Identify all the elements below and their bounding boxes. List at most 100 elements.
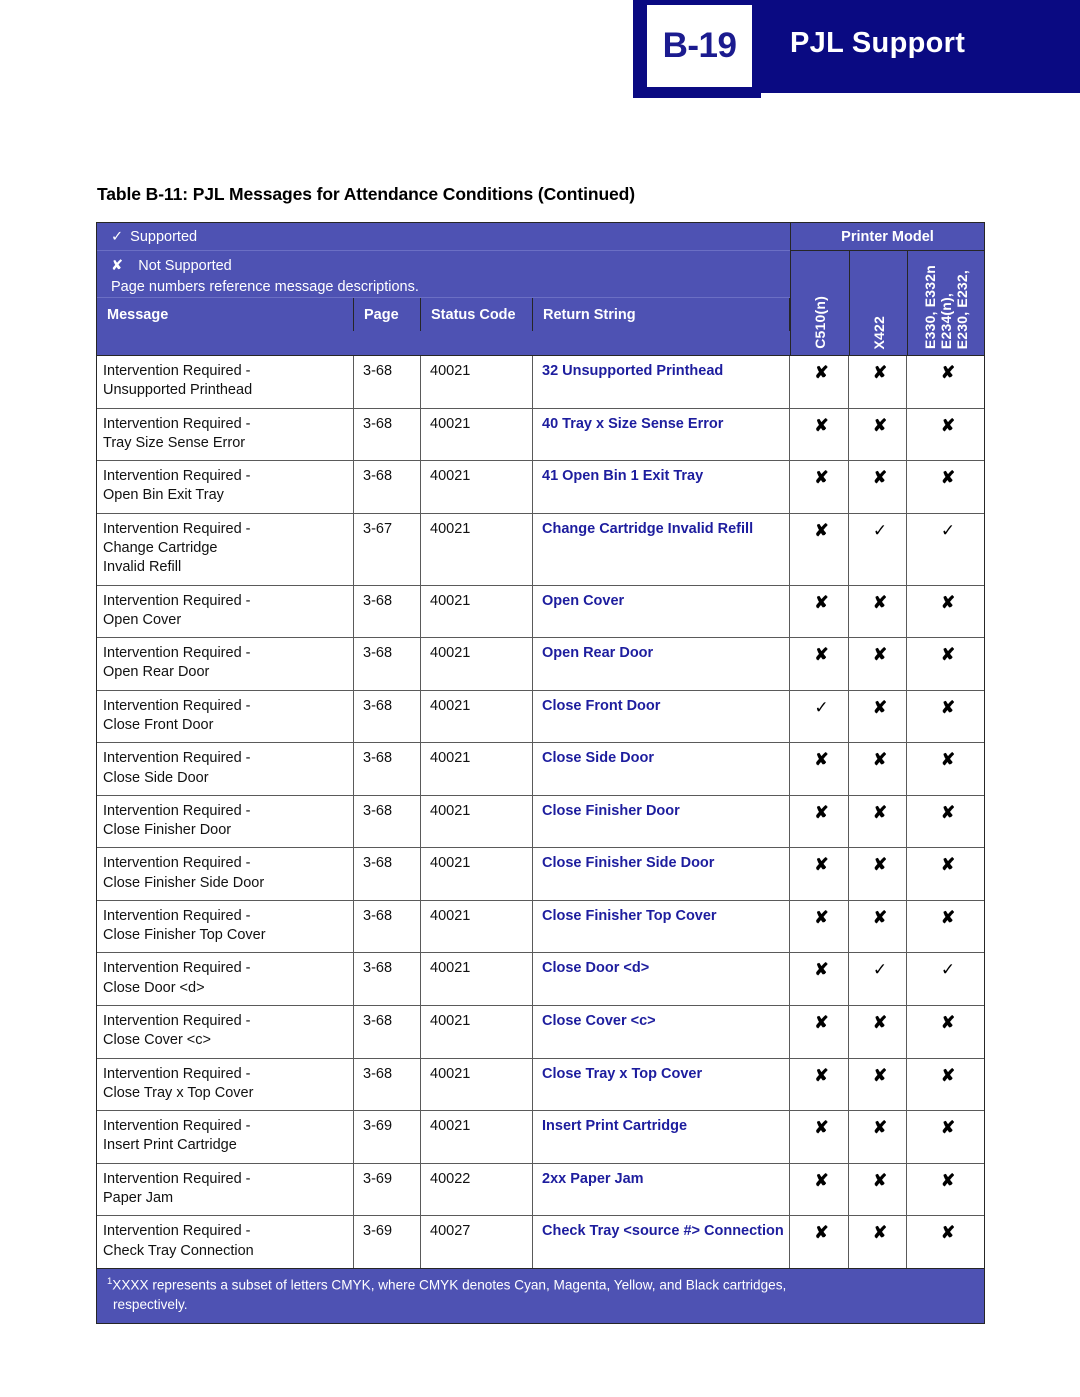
- cell-support-e-series: ✘: [907, 356, 984, 408]
- model-label-e-series-line1: E230, E232,: [954, 269, 970, 349]
- cross-icon: ✘: [940, 468, 956, 488]
- cell-message-line: Close Side Door: [103, 769, 209, 786]
- cross-icon: ✘: [940, 697, 956, 717]
- cell-message: Intervention Required - Close Finisher Si…: [97, 848, 354, 900]
- cross-icon: ✘: [814, 1118, 829, 1138]
- cell-return-string: Close Cover <c>: [533, 1006, 790, 1058]
- cell-support-e-series: ✘: [907, 461, 984, 513]
- cell-return-string: Close Front Door: [533, 690, 790, 743]
- cross-icon: ✘: [814, 907, 829, 927]
- cell-message-line: Tray Size Sense Error: [103, 434, 246, 451]
- cell-support-c510n: ✘: [790, 408, 849, 461]
- cell-message: Intervention Required - Tray Size Sense E…: [97, 408, 354, 461]
- cell-message-line: Open Rear Door: [103, 664, 210, 681]
- cell-support-c510n: ✘: [790, 1058, 849, 1111]
- cell-status-code: 40021: [421, 408, 533, 461]
- cell-support-c510n: ✘: [790, 638, 849, 690]
- cell-status-code: 40021: [421, 638, 533, 690]
- cross-icon: ✘: [814, 363, 829, 382]
- cell-message-line: Intervention Required -: [103, 592, 251, 609]
- cell-status-code: 40021: [421, 953, 533, 1006]
- cross-icon: ✘: [872, 1118, 888, 1138]
- cell-support-x422: ✘: [849, 356, 907, 408]
- cell-message-line: Intervention Required -: [103, 960, 251, 977]
- cell-page: 3-68: [354, 848, 421, 900]
- cell-message-line: Open Bin Exit Tray: [103, 487, 224, 504]
- cell-message: Intervention Required - Open Rear Door: [97, 638, 354, 690]
- cell-message-line: Close Cover <c>: [103, 1032, 211, 1049]
- cross-icon: ✘: [940, 1065, 956, 1085]
- cell-support-c510n: ✓: [790, 690, 849, 743]
- cell-support-e-series: ✘: [907, 796, 984, 848]
- cell-return-string: 41 Open Bin 1 Exit Tray: [533, 461, 790, 513]
- table-footnote: 1XXXX represents a subset of letters CMY…: [97, 1267, 984, 1323]
- model-column-header-c510n: C510(n): [791, 251, 850, 355]
- cell-support-e-series: ✘: [907, 586, 984, 638]
- cell-message-line: Insert Print Cartridge: [103, 1137, 237, 1154]
- cross-icon: ✘: [111, 258, 124, 274]
- cell-support-x422: ✘: [849, 795, 907, 848]
- cell-status-code: 40021: [421, 795, 533, 848]
- cell-message-line: Intervention Required -: [103, 1170, 251, 1187]
- cell-support-c510n: ✘: [790, 848, 849, 900]
- cell-message-line: Intervention Required -: [103, 750, 251, 767]
- cell-support-e-series: ✓: [907, 514, 984, 585]
- cell-page: 3-68: [354, 1058, 421, 1111]
- cell-status-code: 40021: [421, 356, 533, 408]
- cell-support-x422: ✘: [849, 1216, 907, 1268]
- cell-page: 3-69: [354, 1163, 421, 1216]
- check-icon: ✓: [940, 520, 956, 540]
- table-row: Intervention Required - Check Tray Connec…: [97, 1215, 984, 1268]
- cross-icon: ✘: [940, 855, 956, 875]
- cell-page: 3-68: [354, 356, 421, 408]
- cell-support-x422: ✘: [849, 408, 907, 461]
- cell-status-code: 40021: [421, 513, 533, 585]
- cell-page: 3-68: [354, 585, 421, 638]
- cross-icon: ✘: [872, 1170, 888, 1190]
- cross-icon: ✘: [940, 363, 956, 382]
- cell-support-x422: ✓: [849, 953, 907, 1006]
- table-row: Intervention Required - Close Finisher Do…: [97, 794, 984, 848]
- cell-page: 3-69: [354, 1216, 421, 1268]
- cell-message: Intervention Required - Insert Print Cart…: [97, 1111, 354, 1163]
- cross-icon: ✘: [940, 907, 956, 927]
- check-icon: ✓: [940, 960, 956, 980]
- column-header-row: Message Page Status Code Return String: [97, 297, 790, 332]
- model-label-x422: X422: [870, 315, 887, 350]
- printer-model-header: Printer Model: [790, 223, 984, 251]
- table-row: Intervention Required - Close Cover <c> 3-…: [97, 1005, 984, 1058]
- cell-status-code: 40021: [421, 1111, 533, 1163]
- cell-support-c510n: ✘: [790, 585, 849, 638]
- cell-return-string: Insert Print Cartridge: [533, 1111, 790, 1163]
- cell-message-line: Paper Jam: [103, 1190, 174, 1206]
- cell-return-string: Close Side Door: [533, 743, 790, 795]
- cross-icon: ✘: [872, 697, 888, 717]
- page-number-box: B-19: [647, 5, 752, 87]
- cell-support-e-series: ✘: [907, 1111, 984, 1163]
- cell-message-line: Intervention Required -: [103, 802, 251, 819]
- cross-icon: ✘: [814, 750, 829, 770]
- model-column-header-x422: X422: [850, 251, 908, 355]
- check-icon: ✓: [872, 960, 888, 980]
- cell-status-code: 40021: [421, 848, 533, 900]
- cell-support-x422: ✘: [849, 743, 907, 795]
- check-icon: ✓: [111, 228, 124, 245]
- cell-page: 3-68: [354, 795, 421, 848]
- cell-message: Intervention Required - Paper Jam: [97, 1163, 354, 1216]
- cell-support-c510n: ✘: [790, 356, 849, 408]
- cross-icon: ✘: [814, 468, 829, 488]
- table-row: Intervention Required - Close Side Door 3-…: [97, 742, 984, 795]
- cell-support-x422: ✘: [849, 848, 907, 900]
- table-row: Intervention Required - Close Finisher Si…: [97, 847, 984, 900]
- cell-message: Intervention Required - Close Tray x Top …: [97, 1058, 354, 1111]
- cell-page: 3-68: [354, 1006, 421, 1058]
- legend-supported-label: Supported: [130, 228, 198, 245]
- cross-icon: ✘: [872, 592, 888, 612]
- column-header-return-string: Return String: [533, 298, 790, 332]
- cell-page: 3-68: [354, 900, 421, 953]
- cell-message-line: Open Cover: [103, 611, 182, 628]
- legend-not-supported-block: ✘ Not Supported Page numbers reference m…: [97, 251, 790, 297]
- table-row: Intervention Required - Close Door <d> 3-6…: [97, 952, 984, 1006]
- table-row: Intervention Required - Open Bin Exit Tra…: [97, 460, 984, 513]
- footnote-line-2: respectively.: [113, 1297, 188, 1313]
